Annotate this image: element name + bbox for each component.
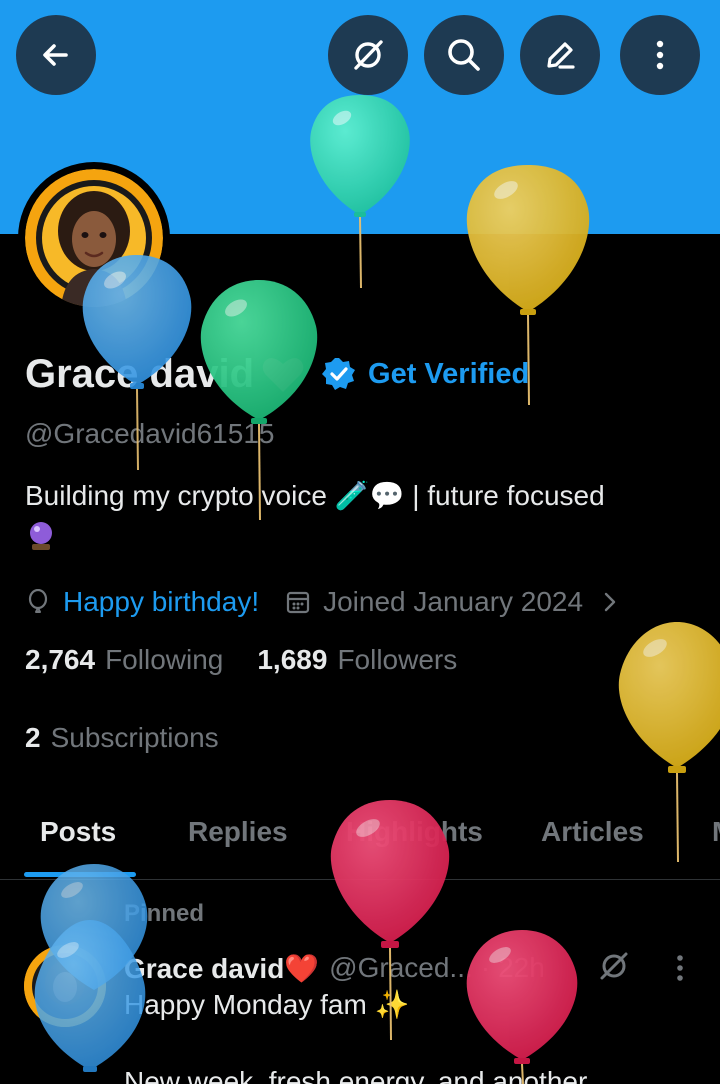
pinned-label: Pinned	[124, 900, 205, 927]
profile-name-row: Grace david Get Verified	[25, 346, 529, 402]
birthday-link[interactable]: Happy birthday!	[63, 586, 259, 618]
post-header: Grace david❤️ @Graced... · 22h	[124, 950, 545, 986]
profile-tabs: Posts Replies Highlights Articles M	[0, 800, 720, 878]
edit-button[interactable]	[520, 15, 600, 95]
joined-date: Joined January 2024	[323, 586, 584, 617]
subscriptions-label: Subscriptions	[50, 722, 219, 753]
post-separator: ·	[480, 952, 491, 983]
search-button[interactable]	[424, 15, 504, 95]
post-timestamp[interactable]: 22h	[498, 952, 545, 984]
post-author-handle[interactable]: @Graced...	[329, 952, 473, 984]
back-button[interactable]	[16, 15, 96, 95]
tabs-divider	[0, 879, 720, 880]
tab-posts[interactable]: Posts	[40, 816, 116, 848]
arrow-left-icon	[43, 44, 68, 66]
more-button[interactable]	[620, 15, 700, 95]
red-heart-icon	[262, 358, 304, 392]
subscriptions-count: 2	[25, 722, 41, 753]
crystal-ball-icon	[30, 521, 52, 550]
search-icon	[448, 39, 480, 71]
calendar-icon	[287, 591, 310, 614]
more-vertical-icon	[656, 40, 664, 70]
profile-name: Grace david	[25, 351, 255, 396]
followers-label: Followers	[337, 644, 458, 675]
following-stat[interactable]: 2,764 Following	[25, 644, 223, 676]
post-text-line-1: Happy Monday fam ✨	[124, 989, 410, 1020]
post-more-icon[interactable]	[664, 948, 696, 988]
bio-text: Building my crypto voice 🧪💬 | future foc…	[25, 480, 605, 511]
following-label: Following	[105, 644, 224, 675]
post-text-line-2: New week, fresh energy, and another	[124, 1066, 588, 1084]
post-avatar[interactable]	[24, 945, 106, 1027]
tab-highlights[interactable]: Highlights	[346, 816, 483, 848]
post-author-name[interactable]: Grace david❤️	[124, 952, 319, 985]
get-verified-link[interactable]: Get Verified	[368, 358, 529, 391]
avatar-illustration	[25, 169, 163, 307]
active-tab-indicator	[24, 872, 136, 877]
chevron-right-icon[interactable]	[597, 589, 623, 615]
subscriptions-stat[interactable]: 2 Subscriptions	[25, 722, 219, 754]
tab-articles[interactable]: Articles	[541, 816, 644, 848]
followers-stat[interactable]: 1,689 Followers	[257, 644, 457, 676]
profile-meta-row: Happy birthday! Joined January 2024	[25, 580, 623, 624]
following-count: 2,764	[25, 644, 96, 675]
grok-button[interactable]	[328, 15, 408, 95]
edit-icon	[547, 42, 575, 69]
verified-badge-icon[interactable]	[322, 357, 356, 391]
follow-stats: 2,764 Following 1,689 Followers	[25, 644, 457, 676]
post-avatar-illustration	[24, 945, 106, 1027]
profile-bio: Building my crypto voice 🧪💬 | future foc…	[25, 477, 705, 553]
profile-avatar[interactable]	[18, 162, 170, 314]
grok-icon	[354, 40, 383, 70]
followers-count: 1,689	[257, 644, 328, 675]
profile-handle: @Gracedavid61515	[25, 418, 275, 449]
post-grok-icon[interactable]	[596, 948, 632, 984]
tab-media[interactable]: M	[712, 816, 720, 848]
tab-replies[interactable]: Replies	[188, 816, 288, 848]
balloon-icon	[28, 589, 48, 613]
